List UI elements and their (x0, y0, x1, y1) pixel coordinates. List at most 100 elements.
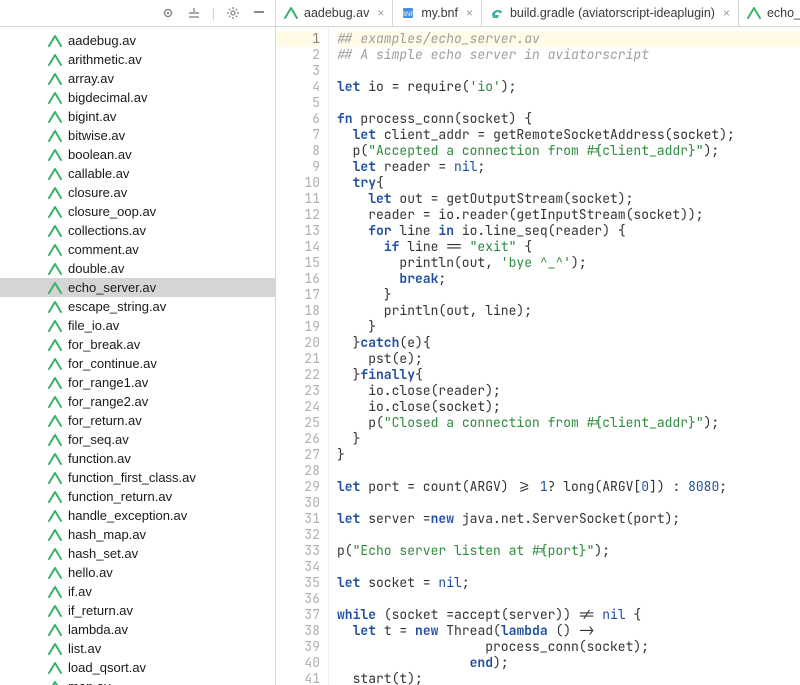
code-line[interactable]: }catch(e){ (337, 335, 800, 351)
code-line[interactable]: ## A simple echo server in aviatorscript (337, 47, 800, 63)
code-line[interactable]: p("Closed a connection from #{client_add… (337, 415, 800, 431)
line-number[interactable]: 35 (276, 575, 320, 591)
code-line[interactable]: }finally{ (337, 367, 800, 383)
line-number[interactable]: 25 (276, 415, 320, 431)
line-number[interactable]: 40 (276, 655, 320, 671)
tree-item[interactable]: bitwise.av (0, 126, 275, 145)
code-line[interactable]: ## examples/echo_server.av (337, 31, 800, 47)
line-number[interactable]: 8 (276, 143, 320, 159)
code-line[interactable]: process_conn(socket); (337, 639, 800, 655)
line-number[interactable]: 36 (276, 591, 320, 607)
line-number[interactable]: 19 (276, 319, 320, 335)
code-line[interactable]: } (337, 287, 800, 303)
tree-item[interactable]: hash_map.av (0, 525, 275, 544)
line-number[interactable]: 6 (276, 111, 320, 127)
code-line[interactable] (337, 559, 800, 575)
code-line[interactable]: start(t); (337, 671, 800, 685)
code-line[interactable]: let client_addr = getRemoteSocketAddress… (337, 127, 800, 143)
tree-item[interactable]: for_seq.av (0, 430, 275, 449)
code-line[interactable]: end); (337, 655, 800, 671)
code-line[interactable]: pst(e); (337, 351, 800, 367)
tree-item[interactable]: if_return.av (0, 601, 275, 620)
code-line[interactable]: let server =new java.net.ServerSocket(po… (337, 511, 800, 527)
select-opened-file-icon[interactable] (160, 5, 176, 21)
code-line[interactable]: } (337, 447, 800, 463)
tree-item[interactable]: for_continue.av (0, 354, 275, 373)
tree-item[interactable]: hello.av (0, 563, 275, 582)
line-number[interactable]: 30 (276, 495, 320, 511)
tree-item[interactable]: escape_string.av (0, 297, 275, 316)
code-line[interactable]: p("Accepted a connection from #{client_a… (337, 143, 800, 159)
editor-tab[interactable]: BNFmy.bnf× (393, 0, 482, 26)
tree-item[interactable]: callable.av (0, 164, 275, 183)
code-line[interactable]: let reader = nil; (337, 159, 800, 175)
line-number[interactable]: 20 (276, 335, 320, 351)
close-icon[interactable]: × (377, 6, 384, 20)
line-number[interactable]: 29 (276, 479, 320, 495)
code-line[interactable]: break; (337, 271, 800, 287)
code-line[interactable]: for line in io.line_seq(reader) { (337, 223, 800, 239)
code-line[interactable]: reader = io.reader(getInputStream(socket… (337, 207, 800, 223)
line-number[interactable]: 33 (276, 543, 320, 559)
code-line[interactable]: } (337, 319, 800, 335)
line-number[interactable]: 23 (276, 383, 320, 399)
line-number[interactable]: 17 (276, 287, 320, 303)
code-line[interactable] (337, 495, 800, 511)
line-number[interactable]: 21 (276, 351, 320, 367)
tree-item[interactable]: arithmetic.av (0, 50, 275, 69)
tree-item[interactable]: bigdecimal.av (0, 88, 275, 107)
line-number[interactable]: 9 (276, 159, 320, 175)
code-line[interactable]: fn process_conn(socket) { (337, 111, 800, 127)
code-line[interactable]: if line == "exit" { (337, 239, 800, 255)
line-number[interactable]: 37 (276, 607, 320, 623)
code-line[interactable]: try{ (337, 175, 800, 191)
tree-item[interactable]: load_qsort.av (0, 658, 275, 677)
project-tree[interactable]: aadebug.avarithmetic.avarray.avbigdecima… (0, 27, 275, 685)
line-number[interactable]: 11 (276, 191, 320, 207)
code-line[interactable] (337, 63, 800, 79)
collapse-all-icon[interactable] (186, 5, 202, 21)
gear-icon[interactable] (225, 5, 241, 21)
tree-item[interactable]: closure.av (0, 183, 275, 202)
tree-item[interactable]: file_io.av (0, 316, 275, 335)
line-number[interactable]: 2 (276, 47, 320, 63)
tree-item[interactable]: closure_oop.av (0, 202, 275, 221)
tree-item[interactable]: map.av (0, 677, 275, 685)
tree-item[interactable]: hash_set.av (0, 544, 275, 563)
tree-item[interactable]: for_range2.av (0, 392, 275, 411)
line-number[interactable]: 24 (276, 399, 320, 415)
tree-item[interactable]: if.av (0, 582, 275, 601)
line-number[interactable]: 22 (276, 367, 320, 383)
editor-tab[interactable]: build.gradle (aviatorscript-ideaplugin)× (482, 0, 739, 26)
line-number[interactable]: 12 (276, 207, 320, 223)
line-number[interactable]: 31 (276, 511, 320, 527)
line-number[interactable]: 39 (276, 639, 320, 655)
line-number[interactable]: 16 (276, 271, 320, 287)
code-line[interactable]: let t = new Thread(lambda () -> (337, 623, 800, 639)
editor-tab[interactable]: aadebug.av× (276, 0, 393, 26)
code-line[interactable]: while (socket =accept(server)) != nil { (337, 607, 800, 623)
code-line[interactable] (337, 591, 800, 607)
tree-item[interactable]: for_range1.av (0, 373, 275, 392)
code-line[interactable]: println(out, line); (337, 303, 800, 319)
code-line[interactable] (337, 463, 800, 479)
code-line[interactable]: io.close(socket); (337, 399, 800, 415)
line-number[interactable]: 5 (276, 95, 320, 111)
tree-item[interactable]: handle_exception.av (0, 506, 275, 525)
tree-item[interactable]: for_return.av (0, 411, 275, 430)
tree-item[interactable]: for_break.av (0, 335, 275, 354)
code-line[interactable] (337, 527, 800, 543)
line-number[interactable]: 4 (276, 79, 320, 95)
code-line[interactable]: let socket = nil; (337, 575, 800, 591)
code-line[interactable]: } (337, 431, 800, 447)
line-number[interactable]: 38 (276, 623, 320, 639)
line-number[interactable]: 18 (276, 303, 320, 319)
editor-tab[interactable]: echo_serve (739, 0, 800, 26)
line-number[interactable]: 13 (276, 223, 320, 239)
code-line[interactable]: println(out, 'bye ^_^'); (337, 255, 800, 271)
tree-item[interactable]: aadebug.av (0, 31, 275, 50)
tree-item[interactable]: collections.av (0, 221, 275, 240)
tree-item[interactable]: function.av (0, 449, 275, 468)
code-line[interactable]: io.close(reader); (337, 383, 800, 399)
tree-item[interactable]: boolean.av (0, 145, 275, 164)
